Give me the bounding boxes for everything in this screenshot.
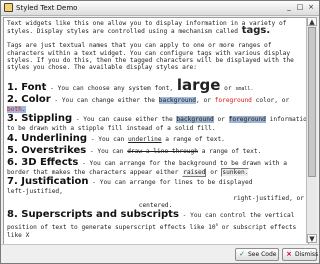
overstrike-line: 5. Overstrikes - You can draw a line thr… bbox=[7, 145, 304, 157]
stippling-heading: 3. Stippling bbox=[7, 113, 73, 125]
right-justified-sample: right-justified, or bbox=[233, 195, 304, 203]
superscript-line: 8. Superscripts and subscripts - You can… bbox=[7, 209, 304, 221]
underline-line: 4. Underlining - You can underline a ran… bbox=[7, 133, 304, 145]
3d-effects-text: - You can arrange for the background to … bbox=[82, 159, 287, 167]
title-bar: Styled Text Demo _ □ × bbox=[1, 1, 319, 16]
underline-tail: a range of text. bbox=[165, 135, 225, 143]
text-content: Text widgets like this one allow you to … bbox=[7, 20, 308, 239]
app-icon bbox=[4, 3, 13, 12]
stippling-line-2: to be drawn with a stipple fill instead … bbox=[7, 125, 216, 133]
scroll-down-button[interactable]: ▼ bbox=[307, 234, 317, 243]
stippling-text: - You can cause either the bbox=[75, 116, 173, 124]
superscript-line-3: like X bbox=[7, 231, 30, 239]
maximize-button[interactable]: □ bbox=[295, 3, 305, 12]
font-line: 1. Font - You can choose any system font… bbox=[7, 78, 304, 94]
justification-line: 7. Justification - You can arrange for l… bbox=[7, 176, 304, 188]
font-or: or bbox=[224, 85, 232, 93]
color-mid: , or bbox=[196, 97, 211, 105]
window-title: Styled Text Demo bbox=[16, 4, 78, 12]
color-text: - You can change either the bbox=[54, 97, 156, 105]
superscript-heading: 8. Superscripts and subscripts bbox=[7, 209, 179, 221]
dismiss-label: Dismiss bbox=[295, 251, 319, 258]
overstrike-heading: 5. Overstrikes bbox=[7, 144, 87, 156]
tags-paragraph: Tags are just textual names that you can… bbox=[7, 42, 294, 72]
minimize-button[interactable]: _ bbox=[284, 3, 294, 12]
font-heading: 1. Font bbox=[7, 82, 47, 94]
left-justified-sample: left-justified, bbox=[7, 187, 63, 195]
color-heading: 2. Color bbox=[7, 94, 51, 106]
small-text: small. bbox=[235, 86, 254, 93]
color-line: 2. Color - You can change either the bac… bbox=[7, 94, 304, 106]
stippling-or: or bbox=[217, 116, 225, 124]
check-icon: ✓ bbox=[239, 250, 245, 258]
stipple-background: background bbox=[176, 116, 214, 124]
color-tail: color, or bbox=[255, 97, 290, 105]
superscript-tail: or subscript effects bbox=[221, 224, 297, 232]
styled-text-area[interactable]: Text widgets like this one allow you to … bbox=[3, 17, 309, 245]
see-code-label: See Code bbox=[248, 251, 277, 258]
underline-text: - You can bbox=[90, 135, 125, 143]
stippling-line: 3. Stippling - You can cause either the … bbox=[7, 113, 308, 125]
3d-effects-text-2: border that makes the characters appear … bbox=[7, 168, 179, 176]
centered-sample: centered. bbox=[138, 202, 173, 210]
superscript-text-2: position of text to generate superscript… bbox=[7, 224, 216, 232]
justification-text: - You can arrange for lines to be displa… bbox=[92, 178, 253, 186]
styled-text-demo-window: Styled Text Demo _ □ × Text widgets like… bbox=[0, 0, 320, 264]
3d-effects-heading: 6. 3D Effects bbox=[7, 156, 79, 168]
tags-word: tags. bbox=[241, 25, 271, 37]
stipple-foreground: foreground bbox=[228, 116, 266, 124]
font-text: - You can choose any system font, bbox=[50, 85, 174, 93]
x-icon: × bbox=[286, 250, 292, 258]
superscript-text: - You can control the vertical bbox=[182, 212, 295, 220]
button-bar: ✓ See Code × Dismiss bbox=[1, 244, 319, 263]
vertical-scrollbar[interactable]: ▲ ▼ bbox=[306, 17, 317, 243]
scroll-up-button[interactable]: ▲ bbox=[307, 17, 317, 26]
background-color-sample: background bbox=[158, 97, 197, 105]
superscript-line-2: position of text to generate superscript… bbox=[7, 221, 304, 231]
both-color-sample: both. bbox=[7, 106, 26, 114]
overstrike-text: - You can bbox=[89, 147, 124, 155]
scroll-thumb[interactable] bbox=[308, 27, 316, 177]
large-text: large bbox=[176, 76, 221, 95]
3d-effects-line-2: border that makes the characters appear … bbox=[7, 167, 304, 177]
justification-heading: 7. Justification bbox=[7, 175, 89, 187]
dismiss-button[interactable]: × Dismiss bbox=[282, 248, 319, 261]
underline-heading: 4. Underlining bbox=[7, 132, 88, 144]
color-line-2: both. bbox=[7, 106, 304, 114]
close-button[interactable]: × bbox=[306, 3, 316, 12]
overstrike-sample: draw a line through bbox=[127, 147, 198, 155]
stippling-tail: information bbox=[269, 116, 309, 124]
superscript-n: n bbox=[215, 222, 219, 228]
see-code-button[interactable]: ✓ See Code bbox=[235, 248, 279, 261]
underline-sample: underline bbox=[128, 135, 162, 143]
foreground-color-sample: foreground bbox=[214, 97, 252, 105]
3d-effects-line: 6. 3D Effects - You can arrange for the … bbox=[7, 157, 304, 169]
overstrike-tail: a range of text. bbox=[201, 147, 262, 155]
intro-paragraph: Text widgets like this one allow you to … bbox=[7, 20, 304, 37]
3d-effects-or: or bbox=[210, 168, 218, 176]
